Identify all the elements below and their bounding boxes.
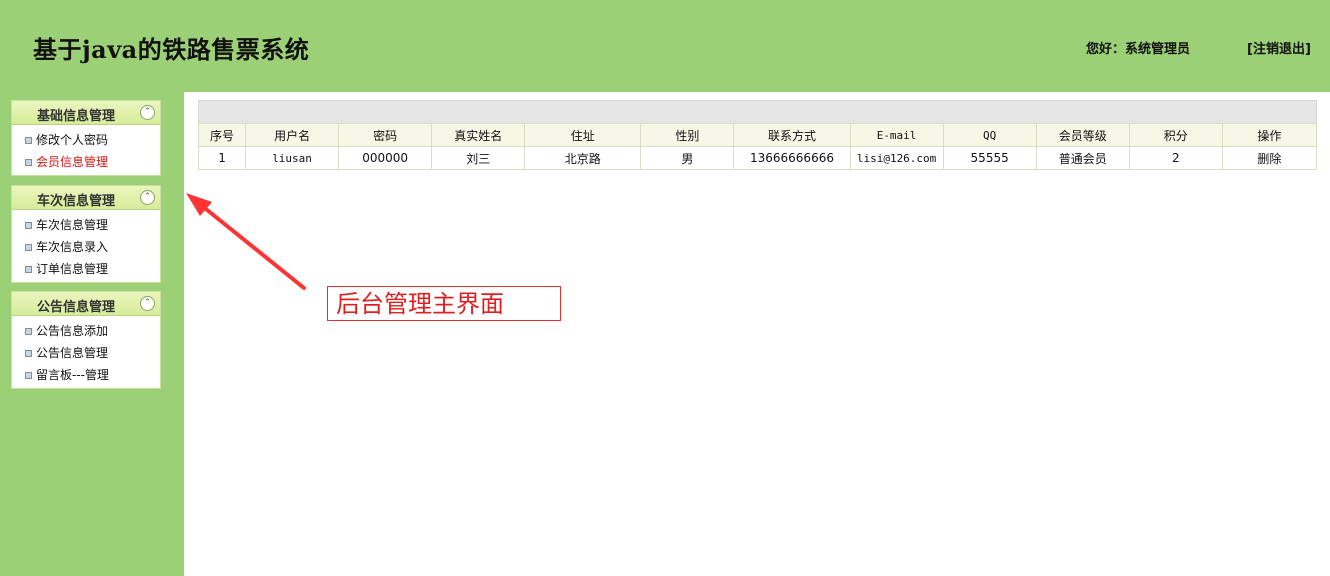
chevron-up-circle-icon[interactable]: ⌃ xyxy=(140,105,155,120)
sidebar-panel-basic-info: 基础信息管理 ⌃ 修改个人密码 会员信息管理 xyxy=(11,100,161,176)
column-header: 序号 xyxy=(197,123,247,147)
column-header: 积分 xyxy=(1128,123,1223,147)
member-table: 序号 用户名 密码 真实姓名 住址 性别 联系方式 E-mail QQ 会员等级… xyxy=(197,123,1318,170)
sidebar-item-label: 留言板---管理 xyxy=(36,368,109,382)
bullet-icon xyxy=(25,328,32,335)
sidebar-panel-train-info: 车次信息管理 ⌃ 车次信息管理 车次信息录入 订单信息管理 xyxy=(11,185,161,283)
table-row: 1 liusan 000000 刘三 北京路 男 13666666666 lis… xyxy=(197,146,1318,170)
sidebar-item-label: 修改个人密码 xyxy=(36,133,109,147)
bullet-icon xyxy=(25,244,32,251)
delete-button[interactable]: 删除 xyxy=(1221,146,1318,170)
panel-header[interactable]: 车次信息管理 ⌃ xyxy=(12,186,160,210)
sidebar-item-guestbook-manage[interactable]: 留言板---管理 xyxy=(12,364,160,386)
sidebar-item-label: 公告信息添加 xyxy=(36,324,109,338)
column-header: 密码 xyxy=(338,123,433,147)
sidebar-item-member-info[interactable]: 会员信息管理 xyxy=(12,151,160,173)
table-toolbar xyxy=(198,100,1317,123)
column-header: 用户名 xyxy=(245,123,340,147)
column-header: 住址 xyxy=(524,123,642,147)
sidebar-item-label: 会员信息管理 xyxy=(36,155,109,169)
user-greeting: 您好：系统管理员 xyxy=(1086,42,1191,57)
panel-title: 公告信息管理 xyxy=(36,300,115,315)
table-header-row: 序号 用户名 密码 真实姓名 住址 性别 联系方式 E-mail QQ 会员等级… xyxy=(197,123,1318,147)
chevron-up-circle-icon[interactable]: ⌃ xyxy=(140,190,155,205)
cell-username: liusan xyxy=(245,146,340,170)
sidebar-item-change-password[interactable]: 修改个人密码 xyxy=(12,129,160,151)
column-header: 操作 xyxy=(1221,123,1318,147)
cell-phone: 13666666666 xyxy=(733,146,851,170)
cell-qq: 55555 xyxy=(942,146,1037,170)
header-bar: 基于java的铁路售票系统 您好：系统管理员 [注销退出] xyxy=(0,0,1330,92)
bullet-icon xyxy=(25,159,32,166)
annotation-label: 后台管理主界面 xyxy=(327,286,561,321)
bullet-icon xyxy=(25,266,32,273)
column-header: 真实姓名 xyxy=(431,123,526,147)
panel-header[interactable]: 公告信息管理 ⌃ xyxy=(12,292,160,316)
column-header: E-mail xyxy=(849,123,944,147)
cell-points: 2 xyxy=(1128,146,1223,170)
bullet-icon xyxy=(25,222,32,229)
main-content: 序号 用户名 密码 真实姓名 住址 性别 联系方式 E-mail QQ 会员等级… xyxy=(197,100,1318,170)
cell-address: 北京路 xyxy=(524,146,642,170)
panel-title: 基础信息管理 xyxy=(36,109,115,124)
sidebar-item-label: 车次信息录入 xyxy=(36,240,109,254)
cell-index: 1 xyxy=(197,146,247,170)
bullet-icon xyxy=(25,372,32,379)
cell-real-name: 刘三 xyxy=(431,146,526,170)
sidebar-item-train-entry[interactable]: 车次信息录入 xyxy=(12,236,160,258)
cell-gender: 男 xyxy=(640,146,735,170)
chevron-up-circle-icon[interactable]: ⌃ xyxy=(140,296,155,311)
sidebar-item-label: 订单信息管理 xyxy=(36,262,109,276)
cell-email: lisi@126.com xyxy=(849,146,944,170)
sidebar-item-notice-add[interactable]: 公告信息添加 xyxy=(12,320,160,342)
column-header: 性别 xyxy=(640,123,735,147)
panel-title: 车次信息管理 xyxy=(36,194,115,209)
annotation-arrow-icon xyxy=(186,193,306,290)
logout-link[interactable]: [注销退出] xyxy=(1247,38,1311,57)
bullet-icon xyxy=(25,137,32,144)
sidebar-item-train-manage[interactable]: 车次信息管理 xyxy=(12,214,160,236)
column-header: QQ xyxy=(942,123,1037,147)
sidebar: 基础信息管理 ⌃ 修改个人密码 会员信息管理 车次信息管理 ⌃ 车次信息管理 车… xyxy=(0,92,184,576)
column-header: 会员等级 xyxy=(1035,123,1130,147)
column-header: 联系方式 xyxy=(733,123,851,147)
cell-password: 000000 xyxy=(338,146,433,170)
sidebar-item-notice-manage[interactable]: 公告信息管理 xyxy=(12,342,160,364)
bullet-icon xyxy=(25,350,32,357)
sidebar-panel-notice-info: 公告信息管理 ⌃ 公告信息添加 公告信息管理 留言板---管理 xyxy=(11,291,161,389)
sidebar-item-order-manage[interactable]: 订单信息管理 xyxy=(12,258,160,280)
cell-member-level: 普通会员 xyxy=(1035,146,1130,170)
app-title: 基于java的铁路售票系统 xyxy=(33,35,310,64)
sidebar-item-label: 车次信息管理 xyxy=(36,218,109,232)
panel-header[interactable]: 基础信息管理 ⌃ xyxy=(12,101,160,125)
sidebar-item-label: 公告信息管理 xyxy=(36,346,109,360)
